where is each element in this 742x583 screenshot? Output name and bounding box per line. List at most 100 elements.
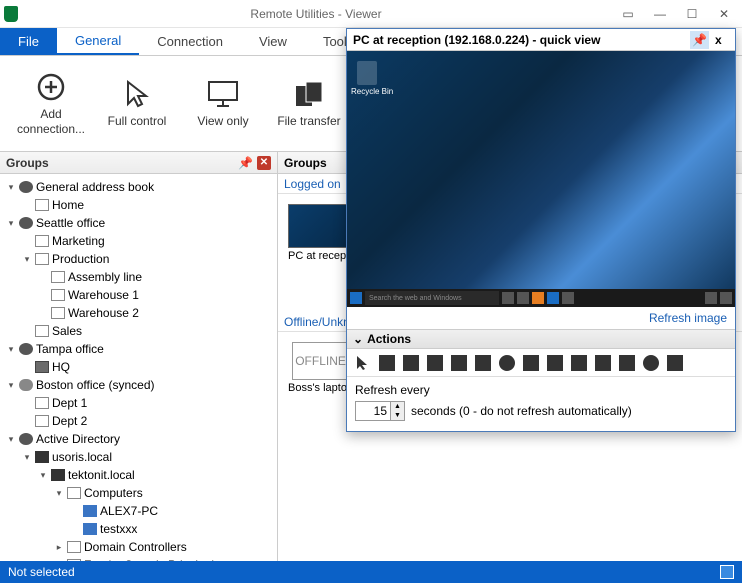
folder-icon [51,271,65,283]
expander-open-icon[interactable]: ▾ [6,434,16,445]
tree-node[interactable]: ▾ General address book [2,178,275,196]
tree-node[interactable]: Dept 1 [2,394,275,412]
tab-file[interactable]: File [0,28,57,55]
actions-header[interactable]: ⌄ Actions [347,329,735,349]
globe-icon [19,433,33,445]
tree-node-label: Home [52,198,84,212]
tab-connection[interactable]: Connection [139,28,241,55]
tree-node[interactable]: Sales [2,322,275,340]
groups-panel-header: Groups 📌 ✕ [0,152,277,174]
pin-icon[interactable]: 📌 [238,156,253,170]
tree-node[interactable]: ▾usoris.local [2,448,275,466]
task-manager-icon[interactable] [427,355,443,371]
server-icon [35,451,49,463]
status-text: Not selected [8,565,75,579]
calendar-icon[interactable] [595,355,611,371]
tree-node-label: Marketing [52,234,105,248]
close-icon[interactable]: ✕ [710,4,738,24]
tree-node[interactable]: Marketing [2,232,275,250]
tree-node-label: Computers [84,486,143,500]
tree-node[interactable]: Warehouse 2 [2,304,275,322]
quick-view-title[interactable]: PC at reception (192.168.0.224) - quick … [347,29,735,51]
close-panel-icon[interactable]: ✕ [257,156,271,170]
monitor-icon[interactable] [379,355,395,371]
expander-open-icon[interactable]: ▾ [22,254,32,265]
folder-icon [35,415,49,427]
expander-open-icon[interactable]: ▾ [6,380,16,391]
view-only-button[interactable]: View only [182,74,264,132]
add-connection-button[interactable]: Add connection... [10,67,92,140]
close-icon[interactable]: x [715,33,729,47]
desktop-preview [288,204,348,248]
tree-node[interactable]: ▾tektonit.local [2,466,275,484]
terminal-icon[interactable] [475,355,491,371]
plus-circle-icon [35,71,67,103]
maximize-icon[interactable]: ☐ [678,4,706,24]
titlebar: Remote Utilities - Viewer ▭ — ☐ ✕ [0,0,742,28]
groups-panel: Groups 📌 ✕ ▾ General address book Home ▾ Sea… [0,152,278,561]
remote-screen-preview[interactable]: Recycle Bin Search the web and Windows [347,51,735,307]
tree-node[interactable]: ▾ Computers [2,484,275,502]
webcam-icon[interactable] [643,355,659,371]
folder-icon [67,541,81,553]
mail-icon[interactable] [619,355,635,371]
expander-open-icon[interactable]: ▾ [6,344,16,355]
screen-icon[interactable] [547,355,563,371]
refresh-image-link[interactable]: Refresh image [347,307,735,329]
tree-node-label: ALEX7-PC [100,504,158,518]
folder-icon [51,307,65,319]
connection-thumbnail[interactable]: PC at recep [288,204,348,262]
tree-node-label: Warehouse 2 [68,306,139,320]
tree-node-label: HQ [52,360,70,374]
expander-open-icon[interactable]: ▾ [54,488,64,499]
expander-open-icon[interactable]: ▾ [38,470,48,481]
restore-down-icon[interactable]: ▭ [614,4,642,24]
tree-node[interactable]: Home [2,196,275,214]
tab-view[interactable]: View [241,28,305,55]
refresh-interval-input[interactable] [355,401,391,421]
pc-icon [83,505,97,517]
spinner-down-icon[interactable]: ▼ [391,411,404,420]
activity-icon[interactable] [451,355,467,371]
tree-node[interactable]: Assembly line [2,268,275,286]
expander-open-icon[interactable]: ▾ [6,182,16,193]
offline-thumbnail[interactable]: OFFLINE [292,342,350,380]
minimize-icon[interactable]: — [646,4,674,24]
tab-general[interactable]: General [57,28,139,55]
tree-node[interactable]: ▾Boston office (synced) [2,376,275,394]
tree-node[interactable]: HQ [2,358,275,376]
full-control-button[interactable]: Full control [96,74,178,132]
status-indicator-icon[interactable] [720,565,734,579]
tree-node-label: testxxx [100,522,137,536]
chat-icon[interactable] [571,355,587,371]
refresh-interval-spinner[interactable]: ▲ ▼ [355,401,405,421]
tree-node[interactable]: ▾Production [2,250,275,268]
tree-node[interactable]: ▾Active Directory [2,430,275,448]
cursor-icon[interactable] [355,355,371,371]
tree-node-label: Dept 2 [52,414,87,428]
tree-node-label: Seattle office [36,216,105,230]
monitor-icon [207,78,239,110]
tree-node[interactable]: ▾ Seattle office [2,214,275,232]
server-icon [51,469,65,481]
expander-open-icon[interactable]: ▾ [6,218,16,229]
grid-icon[interactable] [667,355,683,371]
pin-icon[interactable]: 📌 [690,31,709,49]
files-icon[interactable] [403,355,419,371]
status-bar: Not selected [0,561,742,583]
tree-node-label: General address book [36,180,154,194]
spinner-up-icon[interactable]: ▲ [391,402,404,411]
tree-node[interactable]: ▸Domain Controllers [2,538,275,556]
tree-node[interactable]: testxxx [2,520,275,538]
tree-node-label: Sales [52,324,82,338]
file-transfer-button[interactable]: File transfer [268,74,350,132]
expander-open-icon[interactable]: ▾ [22,452,32,463]
expander-closed-icon[interactable]: ▸ [54,542,64,553]
tree-node[interactable]: ▾Tampa office [2,340,275,358]
tree-node[interactable]: Warehouse 1 [2,286,275,304]
power-icon[interactable] [499,355,515,371]
card-icon[interactable] [523,355,539,371]
tree-node[interactable]: Dept 2 [2,412,275,430]
tree-node[interactable]: ALEX7-PC [2,502,275,520]
groups-tree[interactable]: ▾ General address book Home ▾ Seattle office… [0,174,277,561]
